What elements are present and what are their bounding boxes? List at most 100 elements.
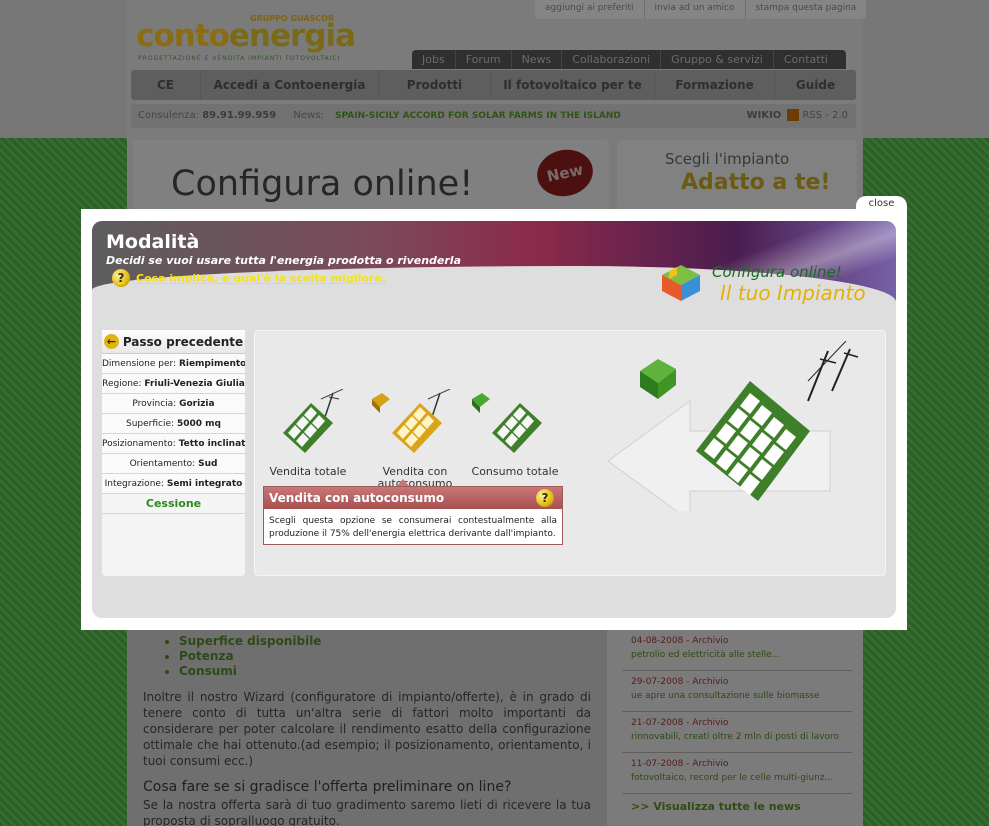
main-nav-prodotti[interactable]: Prodotti [379, 70, 491, 100]
previous-step-button[interactable]: ← Passo precedente [102, 330, 245, 354]
view-all-news-link[interactable]: >> Visualizza tutte le news [622, 794, 852, 819]
feed-links: WIKIO RSS - 2.0 [747, 104, 848, 128]
news-ticker: Consulenza: 89.91.99.959 News: SPAIN-SIC… [131, 104, 856, 128]
step-item[interactable]: Orientamento: Sud [102, 454, 245, 474]
consulenza-phone: 89.91.99.959 [202, 110, 277, 121]
configura-banner[interactable]: Configura online! New [133, 140, 609, 210]
option-label: Consumo totale [471, 465, 559, 478]
modal-title: Modalità [106, 231, 200, 253]
news-column: 04-08-2008 - Archivio petrolio ed elettri… [622, 630, 852, 826]
consulenza-label: Consulenza: [138, 110, 200, 121]
brand-line1: Configura online! [712, 263, 842, 281]
step-item[interactable]: Provincia: Gorizia [102, 394, 245, 414]
top-nav-contatti[interactable]: Contatti [774, 50, 838, 69]
main-nav-fotovoltaico[interactable]: Il fotovoltaico per te [491, 70, 655, 100]
step-value: 5000 mq [176, 419, 221, 429]
logo-tagline: PROGETTAZIONE E VENDITA IMPIANTI FOTOVOL… [138, 55, 341, 62]
step-value: Friuli-Venezia Giulia [144, 379, 245, 389]
news-label: News: [293, 110, 324, 121]
news-date: 21-07-2008 [631, 718, 684, 728]
logo-part1: conto [136, 18, 230, 54]
new-badge: New [532, 144, 598, 202]
news-text: rinnovabili, creati oltre 2 mln di posti… [631, 732, 839, 742]
banner-title: Configura online! [171, 164, 474, 204]
brand-line2: Il tuo Impianto [720, 281, 866, 305]
main-nav: CE Accedi a Contoenergia Prodotti Il fot… [131, 70, 856, 100]
step-value: Riempimento [178, 359, 245, 369]
news-date: 11-07-2008 [631, 759, 684, 769]
news-text: petrolio ed elettricità alle stelle... [631, 650, 781, 660]
help-icon[interactable]: ? [536, 489, 554, 507]
utility-link-send-friend[interactable]: invia ad un amico [645, 0, 746, 19]
configurator-brand: Configura online! Il tuo Impianto [660, 257, 890, 317]
news-date: 04-08-2008 [631, 636, 684, 646]
step-value: Semi integrato [166, 479, 243, 489]
site-logo[interactable]: contoenergia [136, 18, 356, 54]
current-step: Cessione [102, 494, 245, 514]
solar-panel-home-icon [372, 388, 451, 453]
option-label: Vendita con [382, 465, 448, 478]
news-tag: Archivio [692, 636, 729, 646]
solar-panel-home-icon [472, 393, 542, 453]
solar-plant-illustration-icon [607, 341, 859, 511]
rss-link[interactable]: RSS - 2.0 [802, 110, 848, 121]
news-text: fotovoltaico, record per le celle multi-… [631, 773, 834, 783]
side-banner-line1: Scegli l'impianto [665, 150, 790, 168]
step-item[interactable]: Regione: Friuli-Venezia Giulia [102, 374, 245, 394]
utility-link-print[interactable]: stampa questa pagina [746, 0, 867, 19]
option-vendita-autoconsumo[interactable]: Vendita con autoconsumo [365, 388, 465, 489]
step-label: Orientamento: [129, 459, 196, 469]
news-item[interactable]: 11-07-2008 - Archivio fotovoltaico, recor… [622, 753, 852, 794]
step-item[interactable]: Integrazione: Semi integrato [102, 474, 245, 494]
content-paragraph: Inoltre il nostro Wizard (configuratore … [143, 690, 591, 768]
news-item[interactable]: 21-07-2008 - Archivio rinnovabili, creati… [622, 712, 852, 753]
option-label: Vendita totale [269, 465, 347, 478]
option-vendita-totale[interactable]: Vendita totale [258, 388, 358, 478]
step-value: Tetto inclinato [178, 439, 245, 449]
help-link[interactable]: ? Cosa implica, e qual'è la scelta migli… [112, 269, 386, 287]
top-nav-jobs[interactable]: Jobs [412, 50, 456, 69]
news-date: 29-07-2008 [631, 677, 684, 687]
options-panel: Vendita totale Vendita con autoconsumo C… [254, 330, 886, 576]
top-nav-gruppo[interactable]: Gruppo & servizi [661, 50, 774, 69]
step-label: Superficie: [126, 419, 175, 429]
cube-logo-icon [662, 265, 700, 301]
list-item: Potenza [179, 649, 591, 664]
main-nav-accedi[interactable]: Accedi a Contoenergia [201, 70, 379, 100]
info-title: Vendita con autoconsumo [269, 491, 445, 505]
main-nav-formazione[interactable]: Formazione [655, 70, 775, 100]
main-nav-home-icon[interactable]: CE [131, 70, 201, 100]
back-arrow-icon: ← [103, 334, 119, 349]
top-nav: Jobs Forum News Collaborazioni Gruppo & … [412, 50, 846, 69]
step-item[interactable]: Posizionamento: Tetto inclinato [102, 434, 245, 454]
news-tag: Archivio [692, 718, 729, 728]
help-link-label: Cosa implica, e qual'è la scelta miglior… [136, 271, 386, 285]
info-body: Scegli questa opzione se consumerai cont… [269, 516, 557, 539]
steps-panel: ← Passo precedente Dimensione per: Riemp… [102, 330, 245, 576]
previous-step-label: Passo precedente [122, 334, 244, 349]
utility-link-favorites[interactable]: aggiungi ai preferiti [535, 0, 645, 19]
main-content: Superfice disponibile Potenza Consumi In… [127, 630, 607, 826]
option-consumo-totale[interactable]: Consumo totale [465, 389, 565, 477]
top-nav-forum[interactable]: Forum [456, 50, 512, 69]
list-item: Consumi [179, 664, 591, 679]
step-item[interactable]: Dimensione per: Riempimento [102, 354, 245, 374]
news-item[interactable]: 29-07-2008 - Archivio ue apre una consult… [622, 671, 852, 712]
step-item[interactable]: Superficie: 5000 mq [102, 414, 245, 434]
content-paragraph: Se la nostra offerta sarà di tuo gradime… [143, 798, 591, 826]
side-banner[interactable]: Scegli l'impianto Adatto a te! [617, 140, 857, 210]
step-label: Integrazione: [104, 479, 164, 489]
top-nav-news[interactable]: News [512, 50, 563, 69]
news-tag: Archivio [692, 759, 729, 769]
ticker-news-link[interactable]: SPAIN-SICILY ACCORD FOR SOLAR FARMS IN T… [335, 111, 621, 121]
news-item[interactable]: 04-08-2008 - Archivio petrolio ed elettri… [622, 630, 852, 671]
list-item: Superfice disponibile [179, 634, 591, 649]
wikio-link[interactable]: WIKIO [747, 110, 782, 121]
main-nav-guide[interactable]: Guide [775, 70, 856, 100]
logo-part2: energia [228, 18, 356, 54]
modal-subtitle: Decidi se vuoi usare tutta l'energia pro… [106, 254, 461, 267]
step-label: Provincia: [132, 399, 177, 409]
rss-icon[interactable] [787, 109, 800, 121]
side-banner-line2: Adatto a te! [681, 170, 831, 195]
top-nav-collaborazioni[interactable]: Collaborazioni [562, 50, 662, 69]
